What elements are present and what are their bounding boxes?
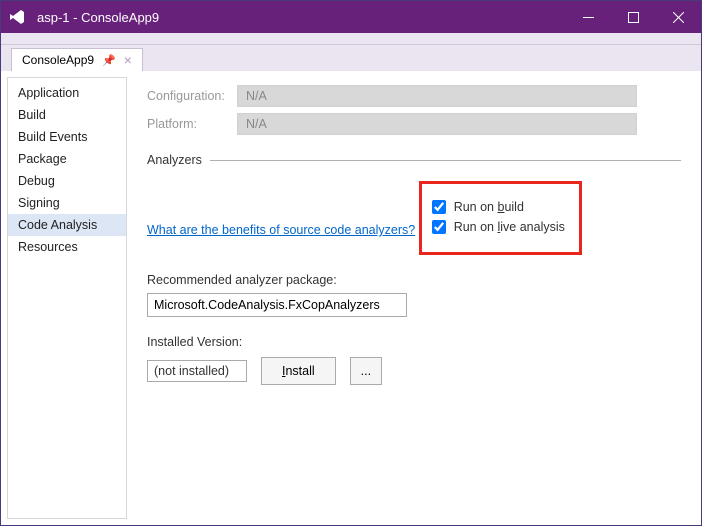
sidebar-item-package[interactable]: Package	[8, 148, 126, 170]
sidebar-item-debug[interactable]: Debug	[8, 170, 126, 192]
pin-icon[interactable]: 📌	[102, 54, 116, 67]
configuration-row: Configuration: N/A	[147, 85, 681, 107]
section-title: Analyzers	[147, 153, 202, 167]
run-on-build-row[interactable]: Run on build	[432, 200, 565, 214]
sidebar-item-resources[interactable]: Resources	[8, 236, 126, 258]
tab-label: ConsoleApp9	[22, 53, 94, 67]
section-analyzers: Analyzers	[147, 153, 681, 167]
configuration-select[interactable]: N/A	[237, 85, 637, 107]
sidebar-item-code-analysis[interactable]: Code Analysis	[8, 214, 126, 236]
browse-button[interactable]: ...	[350, 357, 382, 385]
run-on-build-checkbox[interactable]	[432, 200, 446, 214]
help-link[interactable]: What are the benefits of source code ana…	[147, 223, 415, 237]
window-title: asp-1 - ConsoleApp9	[33, 10, 566, 25]
window-controls	[566, 1, 701, 33]
configuration-label: Configuration:	[147, 89, 237, 103]
sidebar-item-signing[interactable]: Signing	[8, 192, 126, 214]
content: Application Build Build Events Package D…	[1, 71, 701, 525]
sidebar: Application Build Build Events Package D…	[7, 77, 127, 519]
platform-label: Platform:	[147, 117, 237, 131]
run-on-live-label: Run on live analysis	[454, 220, 565, 234]
platform-select[interactable]: N/A	[237, 113, 637, 135]
checkbox-highlight-group: Run on build Run on live analysis	[419, 181, 582, 255]
run-on-live-row[interactable]: Run on live analysis	[432, 220, 565, 234]
installed-version-box: (not installed)	[147, 360, 247, 382]
platform-row: Platform: N/A	[147, 113, 681, 135]
minimize-button[interactable]	[566, 1, 611, 33]
tab-consoleapp9[interactable]: ConsoleApp9 📌 ×	[11, 48, 143, 71]
install-row: (not installed) Install ...	[147, 357, 681, 385]
recommended-input[interactable]	[147, 293, 407, 317]
sidebar-item-build-events[interactable]: Build Events	[8, 126, 126, 148]
run-on-build-label: Run on build	[454, 200, 524, 214]
section-divider	[210, 160, 681, 161]
install-button[interactable]: Install	[261, 357, 336, 385]
run-on-live-checkbox[interactable]	[432, 220, 446, 234]
tabstrip: ConsoleApp9 📌 ×	[1, 45, 701, 71]
sidebar-item-build[interactable]: Build	[8, 104, 126, 126]
close-icon[interactable]: ×	[124, 55, 132, 65]
close-button[interactable]	[656, 1, 701, 33]
maximize-button[interactable]	[611, 1, 656, 33]
recommended-label: Recommended analyzer package:	[147, 273, 681, 287]
vs-logo-icon	[1, 8, 33, 26]
sidebar-item-application[interactable]: Application	[8, 82, 126, 104]
menubar	[1, 33, 701, 45]
installed-label: Installed Version:	[147, 335, 681, 349]
titlebar: asp-1 - ConsoleApp9	[1, 1, 701, 33]
main-panel: Configuration: N/A Platform: N/A Analyze…	[127, 71, 701, 525]
